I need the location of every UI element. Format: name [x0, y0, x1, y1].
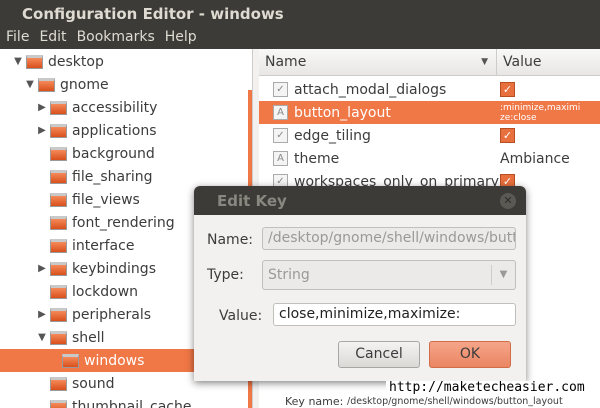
- string-type-icon: A: [273, 105, 288, 120]
- key-name: edge_tiling: [294, 127, 371, 144]
- folder-icon: [50, 261, 67, 276]
- tree-item-label: file_views: [72, 191, 140, 208]
- tree-item-label: gnome: [60, 76, 109, 93]
- key-name: theme: [294, 150, 340, 167]
- folder-icon: [50, 169, 67, 184]
- tree-item-label: font_rendering: [72, 214, 175, 231]
- expander-down-icon[interactable]: ▼: [12, 56, 24, 67]
- menu-bookmarks[interactable]: Bookmarks: [77, 29, 155, 49]
- name-field: /desktop/gnome/shell/windows/button_layo…: [262, 227, 516, 250]
- bool-type-icon: ✓: [273, 82, 288, 97]
- folder-icon: [50, 192, 67, 207]
- window-title: Configuration Editor - windows: [0, 0, 600, 29]
- tree-item-label: desktop: [48, 53, 104, 70]
- key-value[interactable]: :minimize,maximize:close: [500, 103, 584, 123]
- folder-icon: [50, 284, 67, 299]
- cancel-button[interactable]: Cancel: [338, 341, 420, 368]
- tree-item-label: lockdown: [72, 283, 139, 300]
- edit-key-dialog: Edit Key ✕ Name: /desktop/gnome/shell/win…: [194, 186, 526, 381]
- dialog-title: Edit Key: [217, 192, 287, 210]
- tree-item-label: background: [72, 145, 155, 162]
- ok-button[interactable]: OK: [429, 341, 511, 368]
- tree-item-label: file_sharing: [72, 168, 153, 185]
- tree-item-desktop[interactable]: ▼ desktop: [0, 50, 248, 73]
- expander-right-icon[interactable]: ▶: [36, 125, 48, 136]
- chevron-down-icon: ▼: [491, 265, 515, 285]
- key-value[interactable]: Ambiance: [500, 151, 584, 167]
- type-value: String: [268, 267, 310, 283]
- key-name: attach_modal_dialogs: [294, 81, 447, 98]
- column-name-label: Name: [265, 54, 307, 70]
- expander-right-icon[interactable]: ▶: [36, 309, 48, 320]
- menu-help[interactable]: Help: [165, 29, 197, 49]
- tree-item-label: windows: [84, 352, 145, 369]
- tree-item-label: shell: [72, 329, 105, 346]
- sort-arrow-icon: ▼: [481, 57, 488, 67]
- folder-icon: [50, 399, 67, 408]
- expander-right-icon[interactable]: ▶: [36, 102, 48, 113]
- value-checkbox[interactable]: ✓: [500, 128, 515, 143]
- name-label: Name:: [207, 232, 254, 248]
- folder-icon: [50, 215, 67, 230]
- menu-file[interactable]: File: [6, 29, 29, 49]
- folder-icon: [50, 146, 67, 161]
- folder-icon: [50, 123, 67, 138]
- folder-icon: [50, 376, 67, 391]
- key-row-button_layout[interactable]: Abutton_layout :minimize,maximize:close: [259, 101, 600, 124]
- tree-item-gnome[interactable]: ▼ gnome: [0, 73, 248, 96]
- tree-item-background[interactable]: background: [0, 142, 248, 165]
- key-row-edge_tiling[interactable]: ✓ edge_tiling ✓: [259, 124, 600, 147]
- menubar: File Edit Bookmarks Help: [0, 29, 600, 49]
- expander-down-icon[interactable]: ▼: [36, 332, 48, 343]
- value-input[interactable]: close,minimize,maximize:: [273, 303, 516, 326]
- tree-item-label: keybindings: [72, 260, 156, 277]
- key-name-value: /desktop/gnome/shell/windows/button_layo…: [347, 396, 563, 407]
- column-header-value[interactable]: Value: [497, 54, 541, 70]
- expander-down-icon[interactable]: ▼: [24, 79, 36, 90]
- type-label: Type:: [207, 267, 244, 283]
- close-icon[interactable]: ✕: [500, 193, 516, 209]
- folder-icon: [50, 330, 67, 345]
- tree-item-label: peripherals: [72, 306, 152, 323]
- tree-item-label: accessibility: [72, 99, 158, 116]
- tree-item-thumbnail_cache[interactable]: thumbnail_cache: [0, 395, 248, 408]
- value-label: Value:: [219, 308, 263, 324]
- tree-item-accessibility[interactable]: ▶ accessibility: [0, 96, 248, 119]
- key-row-attach_modal_dialogs[interactable]: ✓ attach_modal_dialogs ✓: [259, 78, 600, 101]
- folder-icon: [26, 54, 43, 69]
- folder-icon: [62, 353, 79, 368]
- key-name-label: Key name:: [285, 395, 344, 408]
- type-select: String ▼: [262, 260, 516, 290]
- menu-edit[interactable]: Edit: [39, 29, 66, 49]
- expander-right-icon[interactable]: ▶: [36, 263, 48, 274]
- tree-item-file_sharing[interactable]: file_sharing: [0, 165, 248, 188]
- tree-item-applications[interactable]: ▶ applications: [0, 119, 248, 142]
- tree-item-label: sound: [72, 375, 115, 392]
- tree-item-label: applications: [72, 122, 157, 139]
- folder-icon: [50, 307, 67, 322]
- column-header-name[interactable]: Name ▼: [259, 49, 497, 75]
- bool-type-icon: ✓: [273, 128, 288, 143]
- folder-icon: [50, 238, 67, 253]
- tree-item-label: thumbnail_cache: [72, 398, 192, 408]
- string-type-icon: A: [273, 151, 288, 166]
- folder-icon: [38, 77, 55, 92]
- watermark-url: http://maketecheasier.com: [386, 381, 588, 395]
- key-name: button_layout: [294, 104, 391, 121]
- tree-item-label: interface: [72, 237, 135, 254]
- value-checkbox[interactable]: ✓: [500, 82, 515, 97]
- folder-icon: [50, 100, 67, 115]
- key-row-theme[interactable]: Atheme Ambiance: [259, 147, 600, 170]
